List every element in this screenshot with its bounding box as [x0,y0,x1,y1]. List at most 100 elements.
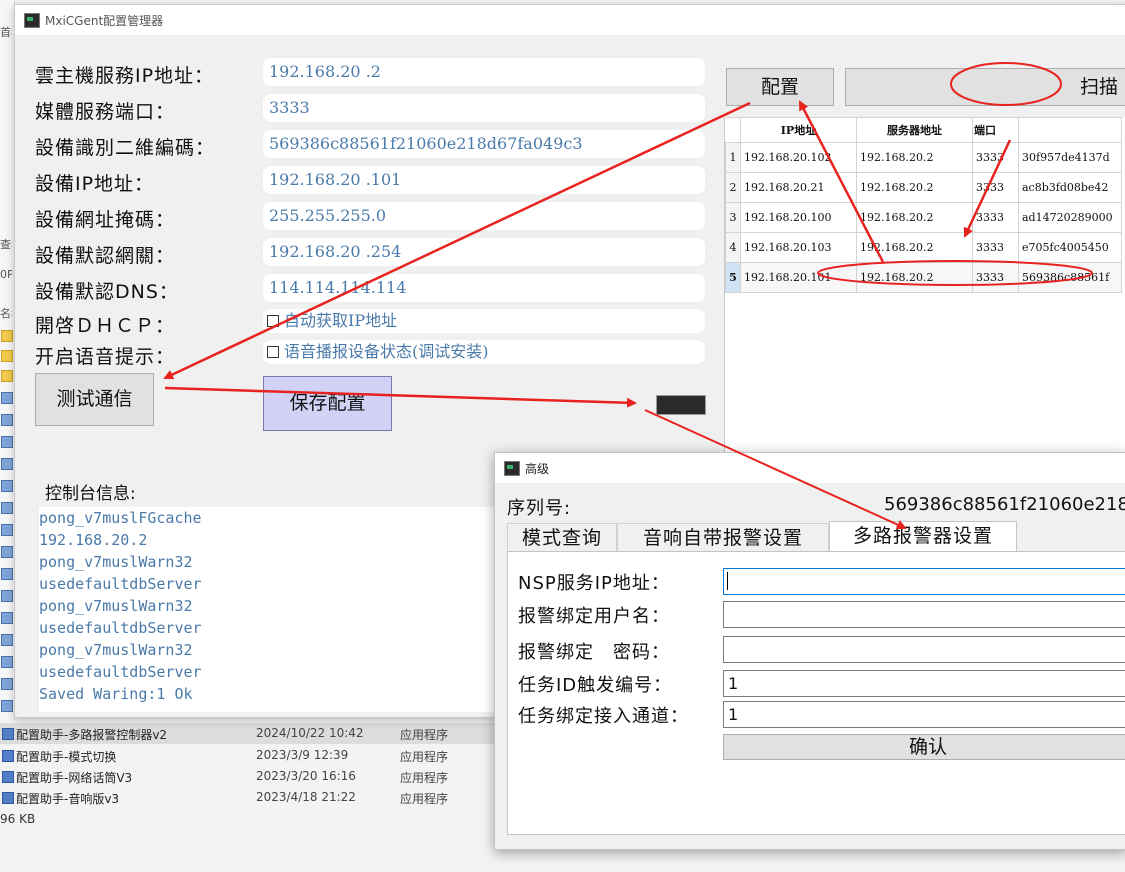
dhcp-label: 開啓ＤＨＣＰ： [35,315,176,337]
console-line: pong_v7muslWarn32 [39,553,193,571]
file-icon[interactable] [1,612,13,624]
file-icon[interactable] [1,568,13,580]
device-gateway-input[interactable]: 192.168.20 .254 [263,238,705,266]
test-communication-button[interactable]: 测试通信 [35,373,154,426]
dhcp-option-text: 自动获取IP地址 [284,311,398,330]
confirm-button[interactable]: 确认 [723,734,1125,760]
voice-prompt-checkbox[interactable] [267,346,279,358]
cell-port[interactable]: 3333 [972,262,1019,293]
column-header-port[interactable]: 端口 [972,117,1019,143]
file-icon[interactable] [1,546,13,558]
row-number: 5 [725,262,741,293]
cell-server[interactable]: 192.168.20.2 [856,172,973,203]
cell-port[interactable]: 3333 [972,232,1019,263]
row-number: 2 [725,172,741,203]
file-icon[interactable] [1,524,13,536]
file-icon[interactable] [1,634,13,646]
file-icon[interactable] [1,436,13,448]
explorer-file-row[interactable]: 配置助手-多路报警控制器v2 2024/10/22 10:42 应用程序 [0,723,495,744]
dialog-titlebar[interactable]: 高级 [495,453,1125,483]
folder-icon[interactable] [1,330,13,342]
device-qr-code-label: 設備識別二維編碼： [35,137,216,159]
cell-device-id[interactable]: ac8b3fd08be42 [1018,172,1122,203]
device-qr-code-input[interactable]: 569386c88561f21060e218d67fa049c3 [263,130,705,158]
cell-device-id[interactable]: 569386c88561f [1018,262,1122,293]
explorer-file-row[interactable]: 配置助手-音响版v3 2023/4/18 21:22 应用程序 [0,787,495,808]
cell-device-id[interactable]: 30f957de4137d [1018,142,1122,173]
alarm-username-label: 报警绑定用户名： [518,606,670,627]
column-header-server[interactable]: 服务器地址 [856,117,973,143]
cell-server[interactable]: 192.168.20.2 [856,262,973,293]
file-icon[interactable] [1,480,13,492]
file-icon[interactable] [1,678,13,690]
tab-speaker-alarm-settings[interactable]: 音响自带报警设置 [617,523,829,551]
cell-ip[interactable]: 192.168.20.102 [740,142,857,173]
folder-icon[interactable] [1,370,13,382]
console-line: usedefaultdbServer [39,575,202,593]
column-header-ip[interactable]: IP地址 [740,117,857,143]
cloud-host-ip-input[interactable]: 192.168.20 .2 [263,58,705,86]
cell-port[interactable]: 3333 [972,202,1019,233]
explorer-file-row[interactable]: 配置助手-网络话筒V3 2023/3/20 16:16 应用程序 [0,766,495,787]
table-row[interactable]: 3 192.168.20.100 192.168.20.2 3333 ad147… [725,202,1122,233]
cell-server[interactable]: 192.168.20.2 [856,232,973,263]
device-ip-input[interactable]: 192.168.20 .101 [263,166,705,194]
media-port-input[interactable]: 3333 [263,94,705,122]
folder-icon[interactable] [1,350,13,362]
file-icon[interactable] [1,502,13,514]
console-output[interactable]: pong_v7muslFGcache 192.168.20.2 pong_v7m… [39,507,505,712]
file-type: 应用程序 [400,728,449,742]
cell-server[interactable]: 192.168.20.2 [856,202,973,233]
alarm-password-input[interactable] [723,636,1125,663]
cell-device-id[interactable]: e705fc4005450 [1018,232,1122,263]
file-name: 配置助手-多路报警控制器v2 [16,728,168,742]
scan-button[interactable]: 扫描 [845,68,1125,106]
app-icon [24,13,40,28]
console-line: Saved Waring:1 Ok [39,685,193,703]
cell-ip[interactable]: 192.168.20.101 [740,262,857,293]
save-config-button[interactable]: 保存配置 [263,376,392,431]
console-line: 192.168.20.2 [39,531,148,549]
text-caret [727,572,728,590]
tab-mode-query[interactable]: 模式查询 [507,523,617,551]
explorer-file-row[interactable]: 配置助手-模式切换 2023/3/9 12:39 应用程序 [0,745,495,766]
tab-multi-alarm-settings[interactable]: 多路报警器设置 [829,521,1017,552]
table-row[interactable]: 2 192.168.20.21 192.168.20.2 3333 ac8b3f… [725,172,1122,203]
cell-ip[interactable]: 192.168.20.100 [740,202,857,233]
task-id-input[interactable]: 1 [723,670,1125,697]
file-icon[interactable] [1,392,13,404]
file-icon[interactable] [1,590,13,602]
file-type: 应用程序 [400,792,449,806]
row-number: 4 [725,232,741,263]
device-subnet-input[interactable]: 255.255.255.0 [263,202,705,230]
dhcp-checkbox[interactable] [267,315,279,327]
window-titlebar[interactable]: MxiCGent配置管理器 [15,5,1125,35]
voice-prompt-checkbox-row[interactable]: 语音播报设备状态(调试安装) [263,340,705,364]
cell-port[interactable]: 3333 [972,172,1019,203]
cell-ip[interactable]: 192.168.20.103 [740,232,857,263]
table-row[interactable]: 4 192.168.20.103 192.168.20.2 3333 e705f… [725,232,1122,263]
cell-port[interactable]: 3333 [972,142,1019,173]
nsp-server-ip-input[interactable] [723,568,1125,595]
cell-device-id[interactable]: ad14720289000 [1018,202,1122,233]
file-name: 配置助手-网络话筒V3 [16,771,133,785]
file-icon[interactable] [1,458,13,470]
device-ip-label: 設備IP地址： [35,173,155,195]
file-icon[interactable] [1,656,13,668]
table-row-selected[interactable]: 5 192.168.20.101 192.168.20.2 3333 56938… [725,262,1122,293]
task-channel-input[interactable]: 1 [723,701,1125,728]
voice-prompt-option-text: 语音播报设备状态(调试安装) [284,342,489,361]
table-row[interactable]: 1 192.168.20.102 192.168.20.2 3333 30f95… [725,142,1122,173]
console-line: pong_v7muslFGcache [39,509,202,527]
alarm-username-input[interactable] [723,601,1125,628]
column-header-device-id[interactable] [1018,117,1122,143]
device-dns-input[interactable]: 114.114.114.114 [263,274,705,302]
file-icon[interactable] [1,414,13,426]
application-icon [2,792,14,804]
cell-server[interactable]: 192.168.20.2 [856,142,973,173]
application-icon [2,771,14,783]
dhcp-checkbox-row[interactable]: 自动获取IP地址 [263,309,705,333]
config-button[interactable]: 配置 [726,68,834,106]
file-icon[interactable] [1,700,13,712]
cell-ip[interactable]: 192.168.20.21 [740,172,857,203]
